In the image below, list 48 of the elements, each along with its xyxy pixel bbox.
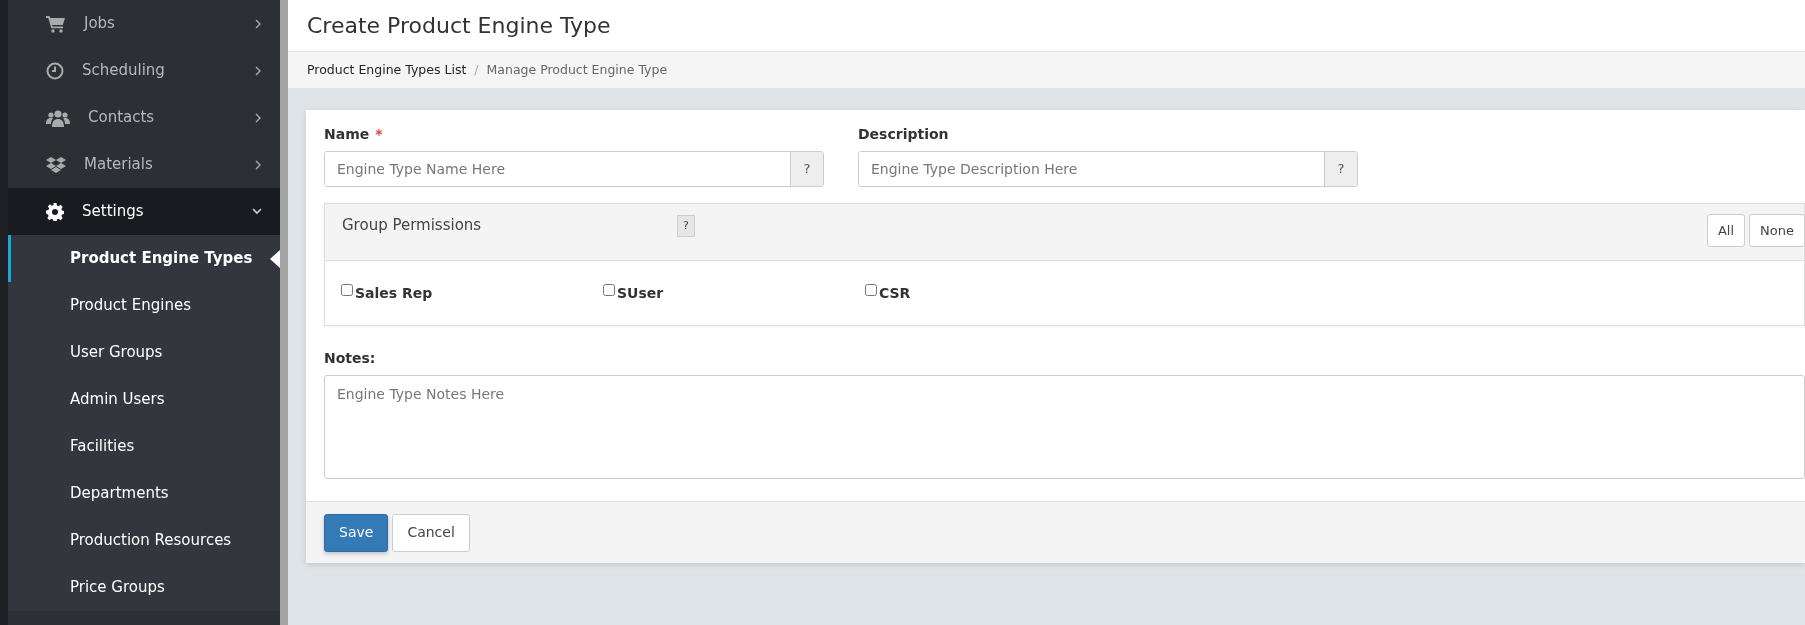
chevron-right-icon xyxy=(255,159,262,170)
sidebar-subitem[interactable]: Product Engines xyxy=(8,282,280,329)
sidebar-subitem[interactable]: Admin Users xyxy=(8,376,280,423)
sidebar-item[interactable]: Contacts xyxy=(8,94,280,141)
page-title: Create Product Engine Type xyxy=(288,0,1805,52)
sidebar-item[interactable]: Settings xyxy=(8,188,280,235)
breadcrumb-current: Manage Product Engine Type xyxy=(486,60,668,79)
sidebar-subitem[interactable]: Production Resources xyxy=(8,517,280,564)
sidebar-item[interactable]: Jobs xyxy=(8,0,280,47)
users-icon xyxy=(46,108,70,127)
breadcrumb-link[interactable]: Product Engine Types List xyxy=(307,60,467,80)
sidebar-subitem[interactable]: Departments xyxy=(8,470,280,517)
chevron-down-icon xyxy=(252,208,262,215)
sidebar-item[interactable]: Scheduling xyxy=(8,47,280,94)
checkbox[interactable] xyxy=(865,284,877,296)
input-field[interactable]: Engine Type Description Here ? xyxy=(858,151,1358,187)
help-button[interactable]: ? xyxy=(677,215,695,237)
panel-title: Group Permissions xyxy=(342,215,483,236)
checkbox[interactable] xyxy=(341,284,353,296)
save-button[interactable]: Save xyxy=(324,513,389,552)
cart-icon xyxy=(46,14,66,33)
clock-icon xyxy=(46,61,64,80)
chevron-right-icon xyxy=(255,112,262,123)
field-label: Name xyxy=(324,126,370,142)
field-label: Description xyxy=(858,126,949,142)
input-field[interactable]: Engine Type Name Here ? xyxy=(324,151,824,187)
select-none-button[interactable]: None xyxy=(1749,214,1805,247)
help-button[interactable]: ? xyxy=(1324,152,1357,186)
checkbox-label: SUser xyxy=(617,283,664,303)
sidebar-item[interactable]: Materials xyxy=(8,141,280,188)
checkbox[interactable] xyxy=(603,284,615,296)
notes-field[interactable]: Engine Type Notes Here xyxy=(324,375,1805,479)
settings-icon xyxy=(46,202,64,221)
sidebar-subitem[interactable]: User Groups xyxy=(8,329,280,376)
sidebar-subitem[interactable]: Price Groups xyxy=(8,564,280,611)
sidebar-subitem[interactable]: Product Engine Types xyxy=(8,235,280,282)
help-button[interactable]: ? xyxy=(790,152,823,186)
chevron-right-icon xyxy=(255,18,262,29)
checkbox-label: Sales Rep xyxy=(355,283,433,303)
select-all-button[interactable]: All xyxy=(1706,214,1746,247)
sidebar-subitem[interactable]: Facilities xyxy=(8,423,280,470)
boxes-icon xyxy=(46,155,66,174)
field-label: Notes: xyxy=(324,349,377,368)
breadcrumb-separator: / xyxy=(474,60,479,79)
checkbox-label: CSR xyxy=(879,283,911,303)
cancel-button[interactable]: Cancel xyxy=(392,513,470,552)
chevron-right-icon xyxy=(255,65,262,76)
required-asterisk: * xyxy=(375,126,383,142)
